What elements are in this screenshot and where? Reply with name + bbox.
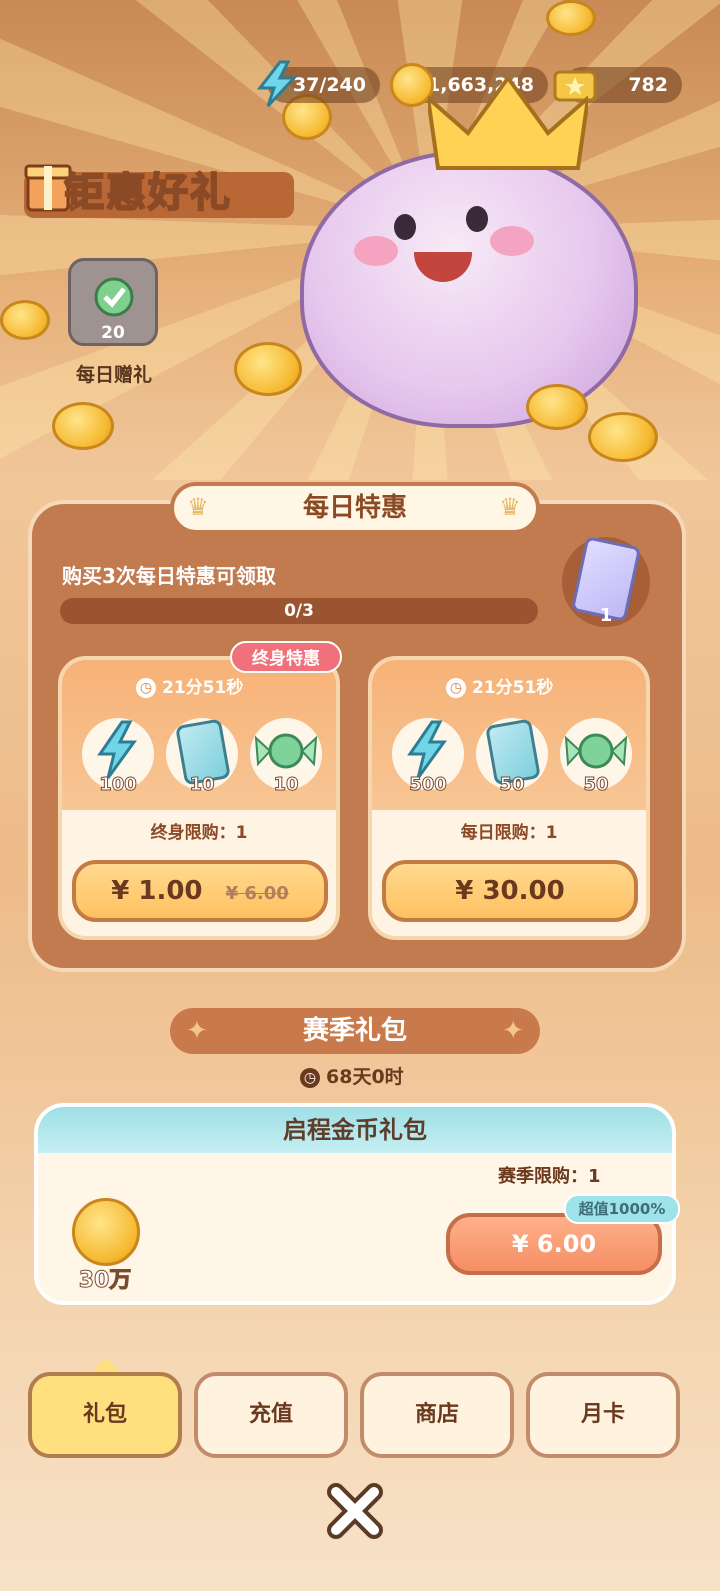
tab-monthly-card[interactable]: 月卡 bbox=[526, 1372, 680, 1458]
season-pack-title: ✦ 赛季礼包 ✦ bbox=[170, 1008, 540, 1054]
sparkle-right-icon: ✦ bbox=[502, 1016, 524, 1046]
season-timer: ◷ 68天0时 bbox=[300, 1062, 404, 1089]
candy-icon bbox=[254, 733, 318, 769]
crown-right-icon: ♛ bbox=[499, 493, 521, 521]
original-price: ¥ 6.00 bbox=[225, 883, 289, 904]
buy-button-lifetime[interactable]: ¥ 1.00 ¥ 6.00 bbox=[72, 860, 328, 922]
purchase-limit: 每日限购：1 bbox=[460, 823, 558, 843]
bg-coin-icon bbox=[52, 402, 114, 450]
energy-icon bbox=[407, 720, 447, 779]
price: ¥ 6.00 bbox=[511, 1230, 597, 1258]
item-qty: 10 bbox=[273, 774, 299, 796]
energy-icon bbox=[256, 60, 298, 108]
coin-pile-icon bbox=[526, 384, 588, 430]
crown-left-icon: ♛ bbox=[187, 493, 209, 521]
daily-gift-count: 20 bbox=[101, 323, 125, 343]
checkmark-icon bbox=[94, 277, 134, 317]
clock-icon: ◷ bbox=[136, 678, 156, 698]
coin-pile-icon bbox=[588, 412, 658, 462]
mascot-character bbox=[300, 150, 638, 428]
daily-gift-button[interactable]: 20 bbox=[68, 258, 158, 346]
energy-value: 37/240 bbox=[292, 74, 366, 96]
tab-recharge[interactable]: 充值 bbox=[194, 1372, 348, 1458]
candy-icon bbox=[564, 733, 628, 769]
daily-gift-label: 每日赠礼 bbox=[75, 364, 152, 386]
item-qty: 50 bbox=[499, 774, 525, 796]
coin-pile-icon bbox=[234, 342, 302, 396]
reward-qty: 1 bbox=[599, 605, 613, 626]
bg-coin-icon bbox=[546, 0, 596, 36]
ticket-value: 782 bbox=[628, 74, 668, 96]
item-qty: 10 bbox=[189, 774, 215, 796]
item-qty: 50 bbox=[583, 774, 609, 796]
progress-reward[interactable]: 1 bbox=[562, 536, 650, 627]
bg-coin-icon bbox=[0, 300, 50, 340]
clock-icon: ◷ bbox=[300, 1067, 320, 1088]
season-limit: 赛季限购：1 bbox=[498, 1166, 601, 1187]
lifetime-tag: 终身特惠 bbox=[230, 641, 342, 673]
offer-timer: ◷ 21分51秒 bbox=[446, 674, 553, 702]
item-qty: 100 bbox=[99, 774, 138, 796]
page-title: 钜惠好礼 bbox=[63, 169, 232, 217]
price: ¥ 30.00 bbox=[455, 876, 565, 906]
progress-label: 购买3次每日特惠可领取 bbox=[62, 564, 276, 588]
clock-icon: ◷ bbox=[446, 678, 466, 698]
crown-icon bbox=[428, 78, 588, 170]
season-pack-name: 启程金币礼包 bbox=[283, 1116, 427, 1144]
offer-timer: ◷ 21分51秒 bbox=[136, 674, 243, 702]
price: ¥ 1.00 bbox=[111, 876, 203, 906]
tab-gift-pack[interactable]: 礼包 bbox=[28, 1372, 182, 1458]
tab-shop[interactable]: 商店 bbox=[360, 1372, 514, 1458]
close-icon[interactable] bbox=[326, 1482, 384, 1540]
coin-icon bbox=[72, 1198, 140, 1266]
purchase-limit: 终身限购：1 bbox=[150, 823, 248, 843]
season-reward-qty: 30万 bbox=[78, 1268, 132, 1294]
daily-deals-title: 每日特惠 bbox=[170, 482, 540, 534]
value-badge: 超值1000% bbox=[564, 1194, 680, 1224]
energy-icon bbox=[97, 720, 137, 779]
buy-button-daily[interactable]: ¥ 30.00 bbox=[382, 860, 638, 922]
sparkle-left-icon: ✦ bbox=[186, 1016, 208, 1046]
item-qty: 500 bbox=[409, 774, 448, 796]
progress-text: 0/3 bbox=[284, 601, 314, 621]
